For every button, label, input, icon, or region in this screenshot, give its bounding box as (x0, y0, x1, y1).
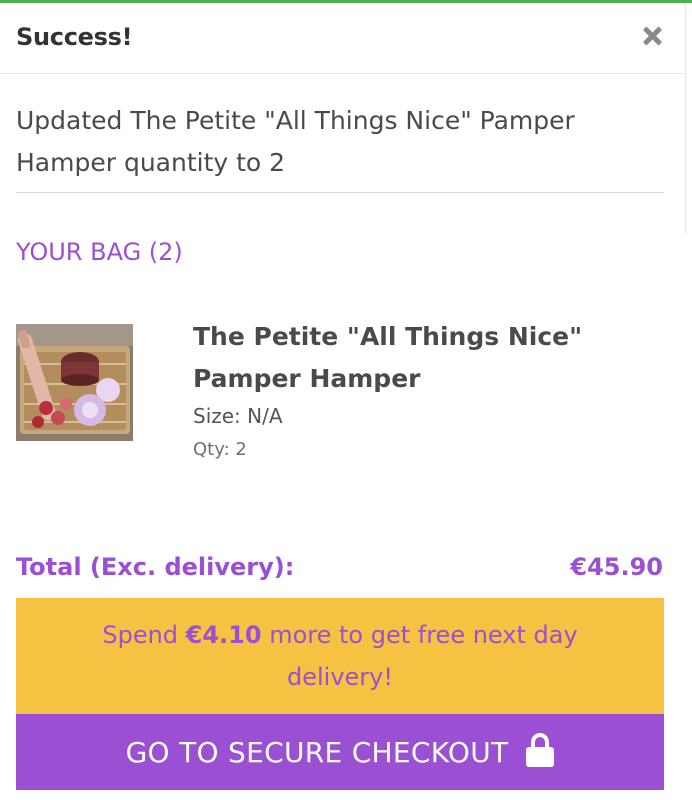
notification-title: Success! (16, 23, 133, 51)
total-label: Total (Exc. delivery): (16, 553, 295, 581)
free-delivery-banner: Spend €4.10 more to get free next day de… (16, 598, 664, 714)
promo-prefix: Spend (102, 621, 186, 649)
checkout-label: GO TO SECURE CHECKOUT (125, 735, 509, 769)
checkout-button[interactable]: GO TO SECURE CHECKOUT (16, 714, 664, 790)
product-image[interactable] (16, 324, 133, 441)
update-message: Updated The Petite "All Things Nice" Pam… (16, 106, 575, 177)
product-size: Size: N/A (193, 404, 283, 428)
product-qty: Qty: 2 (193, 439, 247, 460)
notification-header: Success! (0, 3, 686, 74)
lock-icon (526, 733, 555, 767)
promo-suffix: more to get free next day delivery! (261, 621, 578, 691)
divider (16, 192, 664, 193)
close-icon[interactable] (641, 25, 663, 47)
total-value: €45.90 (570, 553, 663, 581)
product-name[interactable]: The Petite "All Things Nice" Pamper Hamp… (193, 316, 643, 400)
promo-amount: €4.10 (185, 621, 262, 649)
panel-border (685, 74, 686, 234)
bag-title: YOUR BAG (2) (16, 238, 183, 266)
